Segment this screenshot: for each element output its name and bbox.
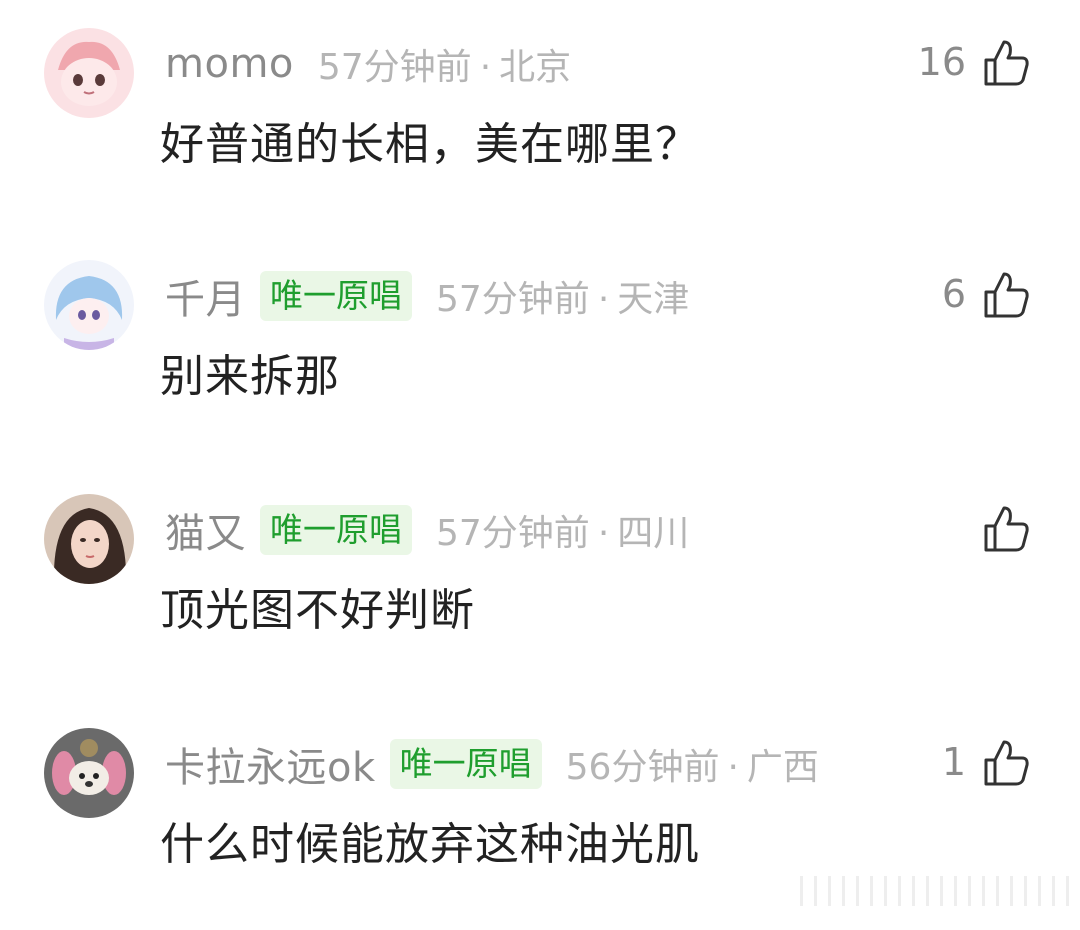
username[interactable]: 卡拉永远ok xyxy=(165,735,376,793)
comment-location: 四川 xyxy=(617,513,690,554)
meta-separator: · xyxy=(479,47,492,88)
watermark xyxy=(800,876,1070,906)
like-button[interactable] xyxy=(966,500,1030,556)
comment-header: 千月 唯一原唱 57分钟前 · 天津 xyxy=(165,268,689,324)
comment-header: momo 57分钟前 · 北京 xyxy=(165,36,571,92)
comment-time: 57分钟前 xyxy=(436,279,590,320)
avatar[interactable] xyxy=(44,260,134,350)
comment-meta: 57分钟前 · 四川 xyxy=(436,504,689,556)
avatar[interactable] xyxy=(44,494,134,584)
comment-meta: 56分钟前 · 广西 xyxy=(566,738,819,790)
comment-time: 57分钟前 xyxy=(317,47,472,88)
meta-separator: · xyxy=(597,513,610,554)
comment-text: 什么时候能放弃这种油光肌 xyxy=(160,819,700,870)
comment-item: 千月 唯一原唱 57分钟前 · 天津 6 别来拆那 xyxy=(0,232,1080,462)
like-count: 1 xyxy=(941,740,966,784)
comment-text: 好普通的长相，美在哪里？ xyxy=(160,119,700,170)
like-count: 16 xyxy=(917,40,966,84)
status-badge[interactable]: 唯一原唱 xyxy=(389,739,542,789)
username[interactable]: 千月 xyxy=(165,267,246,325)
thumbs-up-icon[interactable] xyxy=(982,736,1030,788)
thumbs-up-icon[interactable] xyxy=(982,268,1030,320)
username[interactable]: 猫又 xyxy=(165,501,246,559)
like-button[interactable]: 16 xyxy=(918,34,1030,90)
comment-location: 天津 xyxy=(617,279,690,320)
like-count: 6 xyxy=(941,272,966,316)
comment-time: 56分钟前 xyxy=(565,747,720,788)
username[interactable]: momo xyxy=(165,41,294,87)
comment-location: 北京 xyxy=(499,47,572,88)
comment-time: 57分钟前 xyxy=(436,513,590,554)
thumbs-up-icon[interactable] xyxy=(982,36,1030,88)
meta-separator: · xyxy=(597,279,610,320)
comment-meta: 57分钟前 · 天津 xyxy=(436,270,689,322)
status-badge[interactable]: 唯一原唱 xyxy=(260,271,412,321)
like-button[interactable]: 6 xyxy=(942,266,1030,322)
comment-header: 卡拉永远ok 唯一原唱 56分钟前 · 广西 xyxy=(165,736,819,792)
comment-meta: 57分钟前 · 北京 xyxy=(318,38,571,90)
comment-location: 广西 xyxy=(746,747,819,788)
comment-item: 猫又 唯一原唱 57分钟前 · 四川 顶光图不好判断 xyxy=(0,466,1080,696)
comment-text: 别来拆那 xyxy=(160,351,340,402)
avatar[interactable] xyxy=(44,728,134,818)
comment-text: 顶光图不好判断 xyxy=(160,585,475,636)
comment-item: momo 57分钟前 · 北京 16 好普通的长相，美在哪里？ xyxy=(0,0,1080,230)
meta-separator: · xyxy=(727,747,739,788)
like-button[interactable]: 1 xyxy=(942,734,1030,790)
comment-header: 猫又 唯一原唱 57分钟前 · 四川 xyxy=(165,502,689,558)
status-badge[interactable]: 唯一原唱 xyxy=(260,505,412,555)
avatar[interactable] xyxy=(44,28,134,118)
thumbs-up-icon[interactable] xyxy=(982,502,1030,554)
